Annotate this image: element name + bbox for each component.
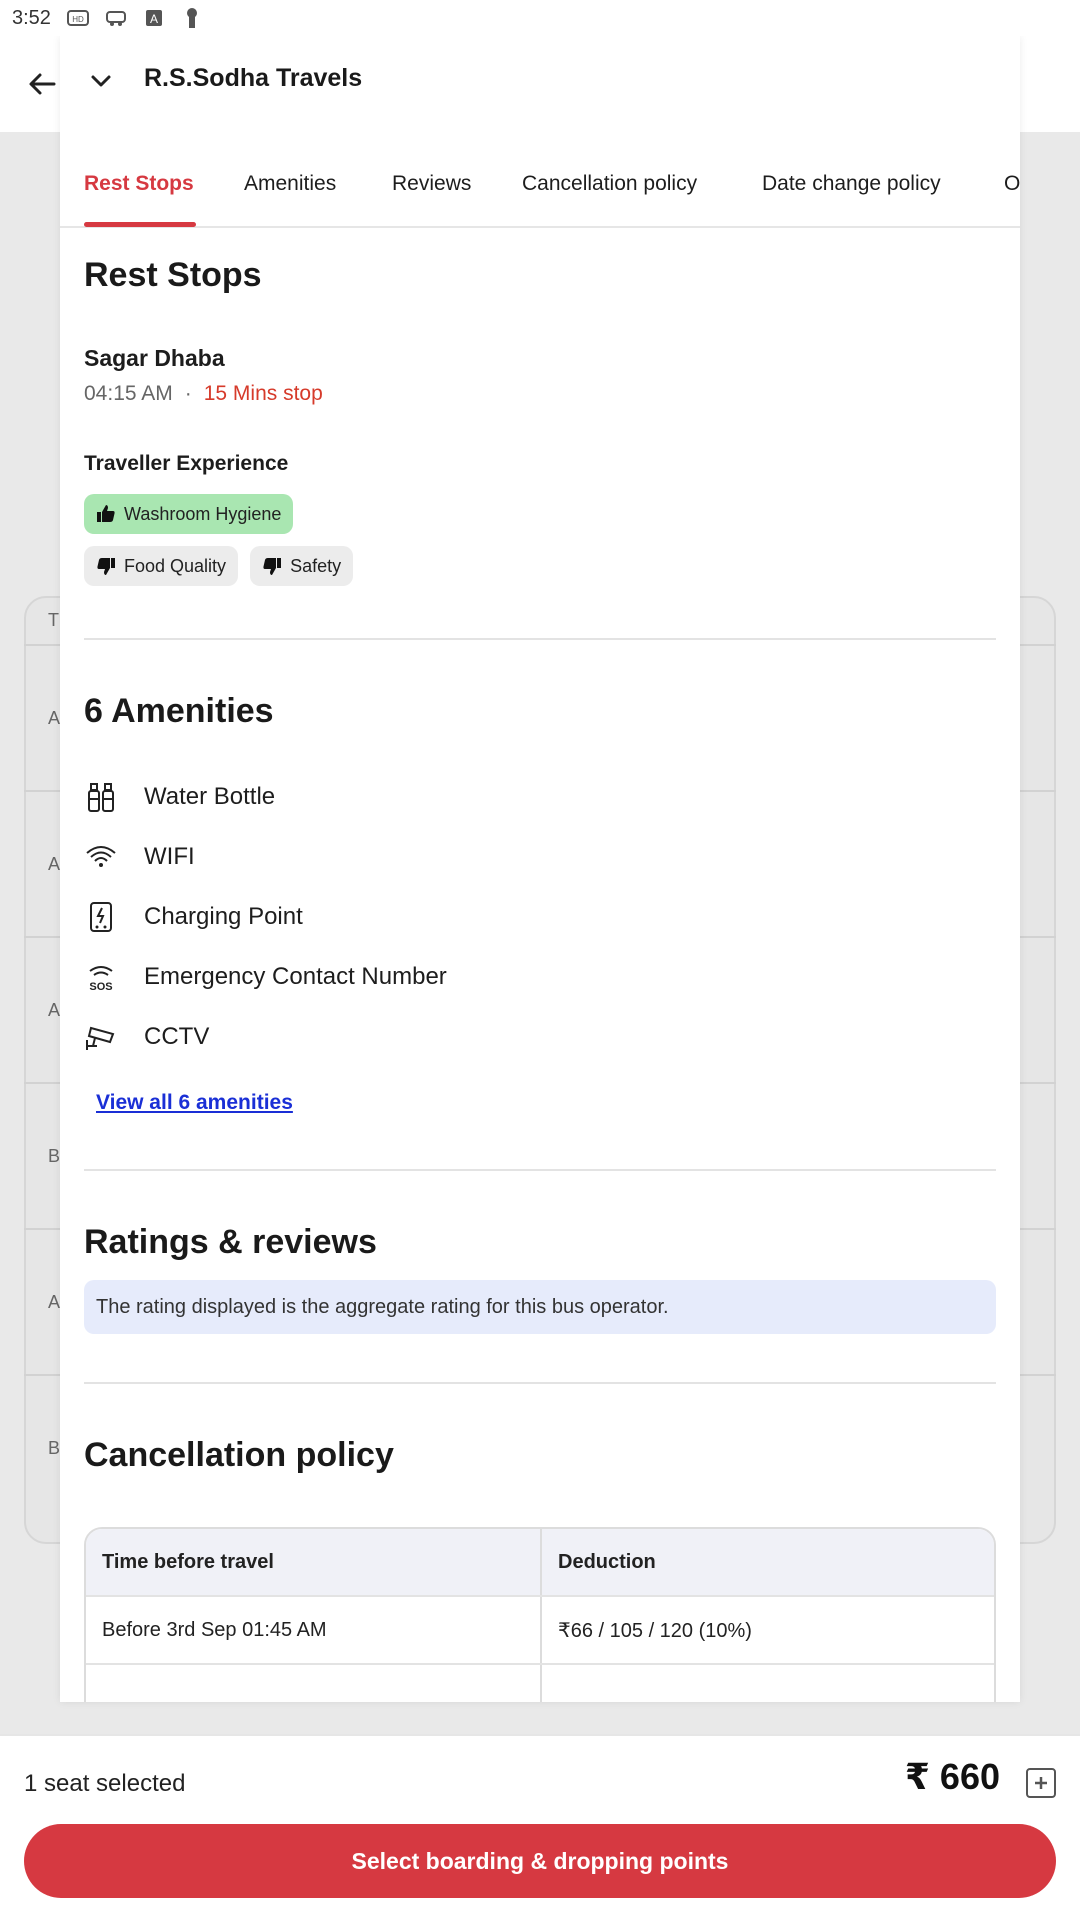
background-row-label: A	[48, 1292, 61, 1312]
active-tab-indicator	[84, 222, 196, 227]
background-row-label: A	[48, 708, 61, 728]
amenity-label: WIFI	[144, 843, 195, 870]
tab-reviews[interactable]: Reviews	[392, 172, 471, 196]
column-header: Time before travel	[102, 1550, 274, 1573]
background-row-label: B	[48, 1438, 61, 1458]
sheet-content: Rest Stops Sagar Dhaba 04:15 AM · 15 Mins …	[84, 228, 996, 1702]
cancellation-heading: Cancellation policy	[84, 1436, 394, 1474]
amenity-label: Emergency Contact Number	[144, 963, 447, 990]
tab-other[interactable]: O	[1004, 172, 1020, 196]
traveller-experience-title: Traveller Experience	[84, 452, 289, 475]
table-row: Before 3rd Sep 01:45 AM ₹66 / 105 / 120 …	[86, 1597, 994, 1665]
chip-safety: Safety	[250, 546, 354, 586]
amenity-item: WIFI	[84, 827, 996, 887]
svg-text:SOS: SOS	[89, 981, 112, 993]
amenity-label: Charging Point	[144, 903, 303, 930]
amenity-item: SOS Emergency Contact Number	[84, 947, 996, 1007]
section-tabs: Rest Stops Amenities Reviews Cancellatio…	[60, 136, 1020, 228]
charging-point-icon	[84, 900, 118, 934]
thumbs-down-icon	[97, 558, 115, 575]
chevron-down-icon[interactable]	[86, 66, 116, 96]
svg-text:HD: HD	[72, 15, 84, 24]
tab-amenities[interactable]: Amenities	[244, 172, 336, 196]
chip-label: Safety	[290, 555, 342, 576]
amenity-item: CCTV	[84, 1007, 996, 1067]
amenities-heading: 6 Amenities	[84, 692, 274, 730]
bus-icon	[105, 8, 127, 28]
view-all-amenities-link[interactable]: View all 6 amenities	[96, 1091, 293, 1115]
section-divider	[84, 1382, 996, 1384]
tab-date-change-policy[interactable]: Date change policy	[762, 172, 941, 196]
tab-rest-stops[interactable]: Rest Stops	[84, 172, 194, 196]
rest-stop-meta: 04:15 AM · 15 Mins stop	[84, 382, 996, 406]
status-bar: 3:52 HD A	[0, 0, 1080, 36]
wifi-icon	[84, 840, 118, 874]
total-price: ₹ 660	[904, 1756, 1000, 1797]
water-bottle-icon	[84, 780, 118, 814]
table-cell	[86, 1665, 540, 1702]
sos-icon: SOS	[84, 960, 118, 994]
select-points-button[interactable]: Select boarding & dropping points	[24, 1824, 1056, 1898]
amenities-list: Water Bottle WIFI Charging Point SOS Eme…	[84, 767, 996, 1067]
background-row-label: A	[48, 854, 61, 874]
rest-stop-name: Sagar Dhaba	[84, 345, 225, 371]
chip-food-quality: Food Quality	[84, 546, 239, 586]
background-row-label: A	[48, 1000, 61, 1020]
amenity-item: Water Bottle	[84, 767, 996, 827]
a-letter-icon: A	[143, 8, 165, 28]
back-arrow-icon[interactable]	[24, 66, 60, 102]
tab-cancellation-policy[interactable]: Cancellation policy	[522, 172, 697, 196]
amenity-label: Water Bottle	[144, 783, 276, 810]
operator-details-sheet: R.S.Sodha Travels Rest Stops Amenities R…	[60, 36, 1020, 1702]
hd-icon: HD	[66, 8, 89, 28]
table-header-row: Time before travel Deduction	[86, 1529, 994, 1597]
booking-footer: 1 seat selected ₹ 660 Select boarding & …	[0, 1734, 1080, 1920]
column-header: Deduction	[540, 1529, 994, 1595]
rest-stops-heading: Rest Stops	[84, 256, 262, 294]
thumbs-up-icon	[97, 505, 115, 522]
chip-washroom-hygiene: Washroom Hygiene	[84, 494, 294, 534]
table-cell: ₹66 / 105 / 120 (10%)	[540, 1597, 994, 1663]
table-cell	[540, 1665, 994, 1702]
section-divider	[84, 1169, 996, 1171]
background-row-label: B	[48, 1146, 61, 1166]
meta-separator: ·	[184, 382, 192, 405]
cancellation-table: Time before travel Deduction Before 3rd …	[84, 1527, 996, 1702]
cctv-icon	[84, 1020, 118, 1054]
thumbs-down-icon	[263, 558, 282, 575]
background-row-label: T	[48, 610, 59, 630]
svg-text:A: A	[150, 12, 158, 26]
expand-fare-icon[interactable]	[1026, 1768, 1056, 1798]
table-cell: Before 3rd Sep 01:45 AM	[102, 1618, 327, 1641]
experience-chips: Washroom Hygiene Food Quality Safety	[84, 494, 404, 586]
rest-stop-duration: 15 Mins stop	[203, 382, 323, 405]
keyhole-icon	[181, 8, 203, 28]
status-time: 3:52	[12, 6, 51, 29]
operator-title: R.S.Sodha Travels	[144, 64, 363, 92]
amenity-label: CCTV	[144, 1023, 210, 1050]
amenity-item: Charging Point	[84, 887, 996, 947]
section-divider	[84, 638, 996, 640]
ratings-info-note: The rating displayed is the aggregate ra…	[84, 1280, 996, 1334]
seat-count-text: 1 seat selected	[24, 1770, 186, 1797]
ratings-heading: Ratings & reviews	[84, 1223, 377, 1261]
table-row	[86, 1665, 994, 1702]
chip-label: Washroom Hygiene	[124, 503, 282, 524]
chip-label: Food Quality	[124, 555, 227, 576]
rest-stop-time: 04:15 AM	[84, 382, 173, 405]
